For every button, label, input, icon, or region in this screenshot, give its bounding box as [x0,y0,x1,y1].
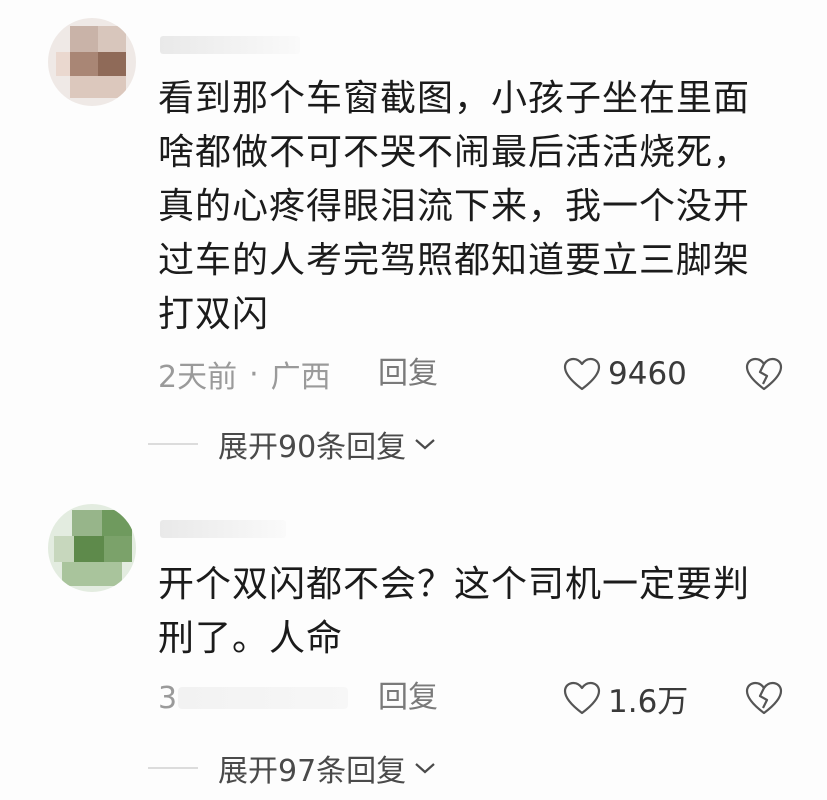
avatar[interactable] [48,18,136,106]
avatar[interactable] [48,504,136,592]
like-count: 1.6万 [608,683,689,720]
comment-line: 开个双闪都不会？这个司机一定要判 [158,564,751,605]
reply-button[interactable]: 回复 [378,354,438,394]
comment-line: 过车的人考完驾照都知道要立三脚架 [158,240,751,281]
separator-dot: · [249,356,259,392]
chevron-down-icon [415,763,435,774]
broken-heart-icon [745,357,783,391]
heart-icon [563,357,601,391]
like-button[interactable]: 9460 [562,354,687,394]
username[interactable] [160,520,286,538]
timestamp: 2天前 [158,360,238,395]
like-button[interactable]: 1.6万 [562,678,689,720]
timestamp: 3 [158,680,178,716]
dislike-button[interactable] [744,678,784,718]
comment-text: 看到那个车窗截图，小孩子坐在里面 啥都做不可不哭不闹最后活活烧死， 真的心疼得眼… [158,72,778,342]
comment-line: 打双闪 [158,294,270,335]
expand-replies-button[interactable]: 展开90条回复 [148,424,436,465]
like-count: 9460 [608,356,687,392]
comment-line: 刑了。人命 [158,618,344,659]
reply-button[interactable]: 回复 [378,678,438,718]
heart-icon [563,681,601,715]
comment-meta: 3 [158,678,177,718]
expand-replies-label: 展开97条回复 [218,754,407,789]
comment-text: 开个双闪都不会？这个司机一定要判 刑了。人命 [158,558,778,666]
comment-meta: 2天前 · 广西 [158,354,331,396]
comment-line: 啥都做不可不哭不闹最后活活烧死， [158,132,751,173]
chevron-down-icon [415,439,435,450]
expand-replies-button[interactable]: 展开97条回复 [148,748,436,789]
comment-line: 真的心疼得眼泪流下来，我一个没开 [158,186,751,227]
location: 广西 [270,360,331,395]
divider [148,443,198,445]
dislike-button[interactable] [744,354,784,394]
divider [148,767,198,769]
comment-line: 看到那个车窗截图，小孩子坐在里面 [158,78,751,119]
expand-replies-label: 展开90条回复 [218,430,407,465]
broken-heart-icon [745,681,783,715]
blurred-meta [178,687,348,709]
username[interactable] [160,36,300,54]
